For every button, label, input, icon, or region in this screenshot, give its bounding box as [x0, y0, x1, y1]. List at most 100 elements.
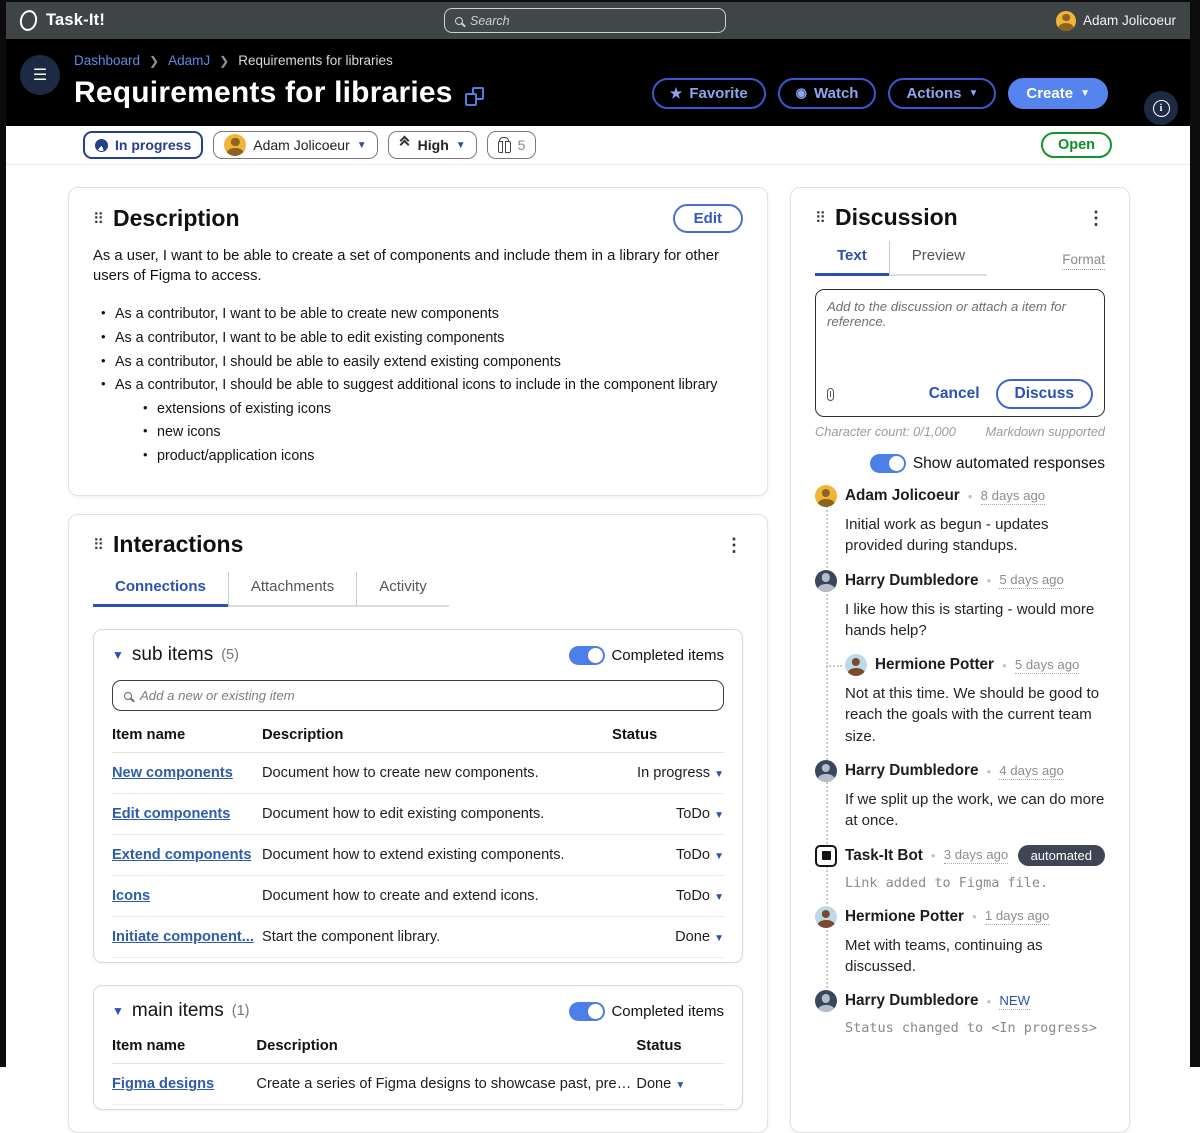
comment-body: If we split up the work, we can do more …	[845, 789, 1105, 832]
comment-author: Harry Dumbledore	[845, 762, 978, 780]
interactions-tab-attachments[interactable]: Attachments	[228, 572, 356, 605]
hamburger-menu-button[interactable]: ☰	[20, 55, 60, 95]
kebab-menu-icon[interactable]: ⋮	[1087, 209, 1105, 227]
user-name: Adam Jolicoeur	[1083, 13, 1176, 28]
comment-timestamp[interactable]: 5 days ago	[999, 572, 1064, 589]
paperclip-icon[interactable]	[827, 388, 834, 401]
star-icon: ★	[670, 85, 683, 102]
item-status-dropdown[interactable]: In progress ▼	[612, 753, 724, 794]
item-link[interactable]: Extend components	[112, 847, 251, 863]
comment-author: Harry Dumbledore	[845, 992, 978, 1010]
comment-timestamp[interactable]: 4 days ago	[999, 763, 1064, 780]
discussion-tab-preview[interactable]: Preview	[889, 241, 987, 274]
discussion-tab-text[interactable]: Text	[815, 241, 889, 274]
item-status-dropdown[interactable]: ToDo ▼	[612, 794, 724, 835]
comment: Harry Dumbledore●NEWStatus changed to <I…	[815, 990, 1105, 1038]
brand[interactable]: Task-It!	[20, 10, 105, 31]
interactions-card: ⠿ Interactions ⋮ ConnectionsAttachmentsA…	[68, 514, 768, 1133]
dot-separator-icon: ●	[986, 997, 991, 1006]
item-description: Start the component library.	[262, 917, 612, 958]
comment-timestamp[interactable]: 5 days ago	[1015, 657, 1080, 674]
comment-new-badge[interactable]: NEW	[999, 993, 1030, 1010]
comment: Harry Dumbledore●5 days agoI like how th…	[815, 570, 1105, 642]
table-row: Figma designsCreate a series of Figma de…	[112, 1064, 724, 1105]
add-item-input[interactable]: Add a new or existing item	[112, 680, 724, 711]
collapse-triangle-icon[interactable]: ▼	[112, 1004, 124, 1018]
automated-badge: automated	[1018, 845, 1105, 866]
item-link[interactable]: New components	[112, 765, 233, 781]
watch-button[interactable]: ◉ Watch	[778, 78, 877, 109]
user-menu[interactable]: Adam Jolicoeur	[1056, 11, 1176, 31]
comment-body: Link added to Figma file.	[845, 874, 1105, 893]
chevron-right-icon: ❯	[149, 54, 159, 68]
favorite-button[interactable]: ★ Favorite	[652, 78, 766, 109]
item-link[interactable]: Figma designs	[112, 1076, 214, 1092]
kebab-menu-icon[interactable]: ⋮	[725, 536, 743, 554]
drag-handle-icon[interactable]: ⠿	[93, 210, 103, 228]
item-status-dropdown[interactable]: ToDo ▼	[612, 876, 724, 917]
discussion-card: ⠿ Discussion ⋮ TextPreview Format Add to…	[790, 187, 1130, 1133]
format-link[interactable]: Format	[1062, 252, 1105, 270]
comment: Task-It Bot●3 days agoautomatedLink adde…	[815, 845, 1105, 893]
interactions-tab-connections[interactable]: Connections	[93, 572, 228, 605]
create-dropdown-button[interactable]: Create ▼	[1008, 78, 1108, 109]
comment-timestamp[interactable]: 3 days ago	[944, 847, 1009, 864]
completed-items-toggle[interactable]	[569, 1002, 605, 1021]
page-title: Requirements for libraries	[74, 76, 484, 110]
item-status-dropdown[interactable]: Done ▼	[636, 1064, 724, 1105]
search-icon	[124, 692, 132, 700]
chevron-down-icon: ▼	[714, 933, 724, 944]
comment-timestamp[interactable]: 1 days ago	[985, 908, 1050, 925]
show-automated-toggle[interactable]	[870, 454, 906, 473]
interactions-tab-activity[interactable]: Activity	[356, 572, 449, 605]
chevron-down-icon: ▼	[714, 892, 724, 903]
dot-separator-icon: ●	[972, 912, 977, 921]
comment-body: Met with teams, continuing as discussed.	[845, 935, 1105, 978]
drag-handle-icon[interactable]: ⠿	[815, 209, 825, 227]
comment-author: Adam Jolicoeur	[845, 487, 960, 505]
status-pie-icon	[95, 139, 108, 152]
comment-composer[interactable]: Add to the discussion or attach a item f…	[815, 289, 1105, 417]
chevron-down-icon: ▼	[456, 140, 466, 151]
markdown-note: Markdown supported	[985, 424, 1105, 439]
status-pill[interactable]: In progress	[83, 131, 203, 159]
comment-timestamp[interactable]: 8 days ago	[981, 488, 1046, 505]
cancel-button[interactable]: Cancel	[929, 385, 980, 403]
assignee-dropdown[interactable]: Adam Jolicoeur ▼	[213, 131, 377, 159]
open-state-badge: Open	[1041, 132, 1112, 158]
item-link[interactable]: Edit components	[112, 806, 230, 822]
description-sub-list: extensions of existing iconsnew iconspro…	[143, 397, 743, 468]
interactions-tabs: ConnectionsAttachmentsActivity	[93, 572, 449, 607]
item-link[interactable]: Initiate component...	[112, 929, 254, 945]
chevron-down-icon: ▼	[714, 810, 724, 821]
description-card: ⠿ Description Edit As a user, I want to …	[68, 187, 768, 496]
watch-icon: ◉	[796, 85, 807, 101]
item-status-dropdown[interactable]: Done ▼	[612, 917, 724, 958]
item-description: Document how to edit existing components…	[262, 794, 612, 835]
completed-items-label: Completed items	[611, 1003, 724, 1020]
composer-placeholder: Add to the discussion or attach a item f…	[827, 299, 1093, 329]
comment: Hermione Potter●1 days agoMet with teams…	[815, 906, 1105, 978]
info-button[interactable]: i	[1144, 91, 1178, 125]
dot-separator-icon: ●	[968, 492, 973, 501]
discuss-button[interactable]: Discuss	[996, 379, 1093, 409]
description-intro: As a user, I want to be able to create a…	[93, 247, 743, 286]
breadcrumb-dashboard[interactable]: Dashboard	[74, 53, 140, 68]
priority-dropdown[interactable]: High ▼	[388, 131, 477, 159]
drag-handle-icon[interactable]: ⠿	[93, 536, 103, 554]
group-name: sub items	[132, 644, 213, 666]
breadcrumb: Dashboard ❯ AdamJ ❯ Requirements for lib…	[74, 49, 1174, 76]
table-row: Edit components Document how to edit exis…	[112, 794, 724, 835]
item-status-dropdown[interactable]: ToDo ▼	[612, 835, 724, 876]
table-row: IconsDocument how to create and extend i…	[112, 876, 724, 917]
actions-dropdown-button[interactable]: Actions ▼	[888, 78, 996, 109]
item-link[interactable]: Icons	[112, 888, 150, 904]
collapse-triangle-icon[interactable]: ▼	[112, 648, 124, 662]
completed-items-toggle[interactable]	[569, 646, 605, 665]
search-input[interactable]: Search	[444, 8, 726, 33]
edit-button[interactable]: Edit	[673, 204, 743, 233]
points-pill[interactable]: 5	[487, 131, 537, 159]
copy-icon[interactable]	[465, 87, 484, 106]
breadcrumb-adamj[interactable]: AdamJ	[168, 53, 210, 68]
chevron-down-icon: ▼	[714, 769, 724, 780]
